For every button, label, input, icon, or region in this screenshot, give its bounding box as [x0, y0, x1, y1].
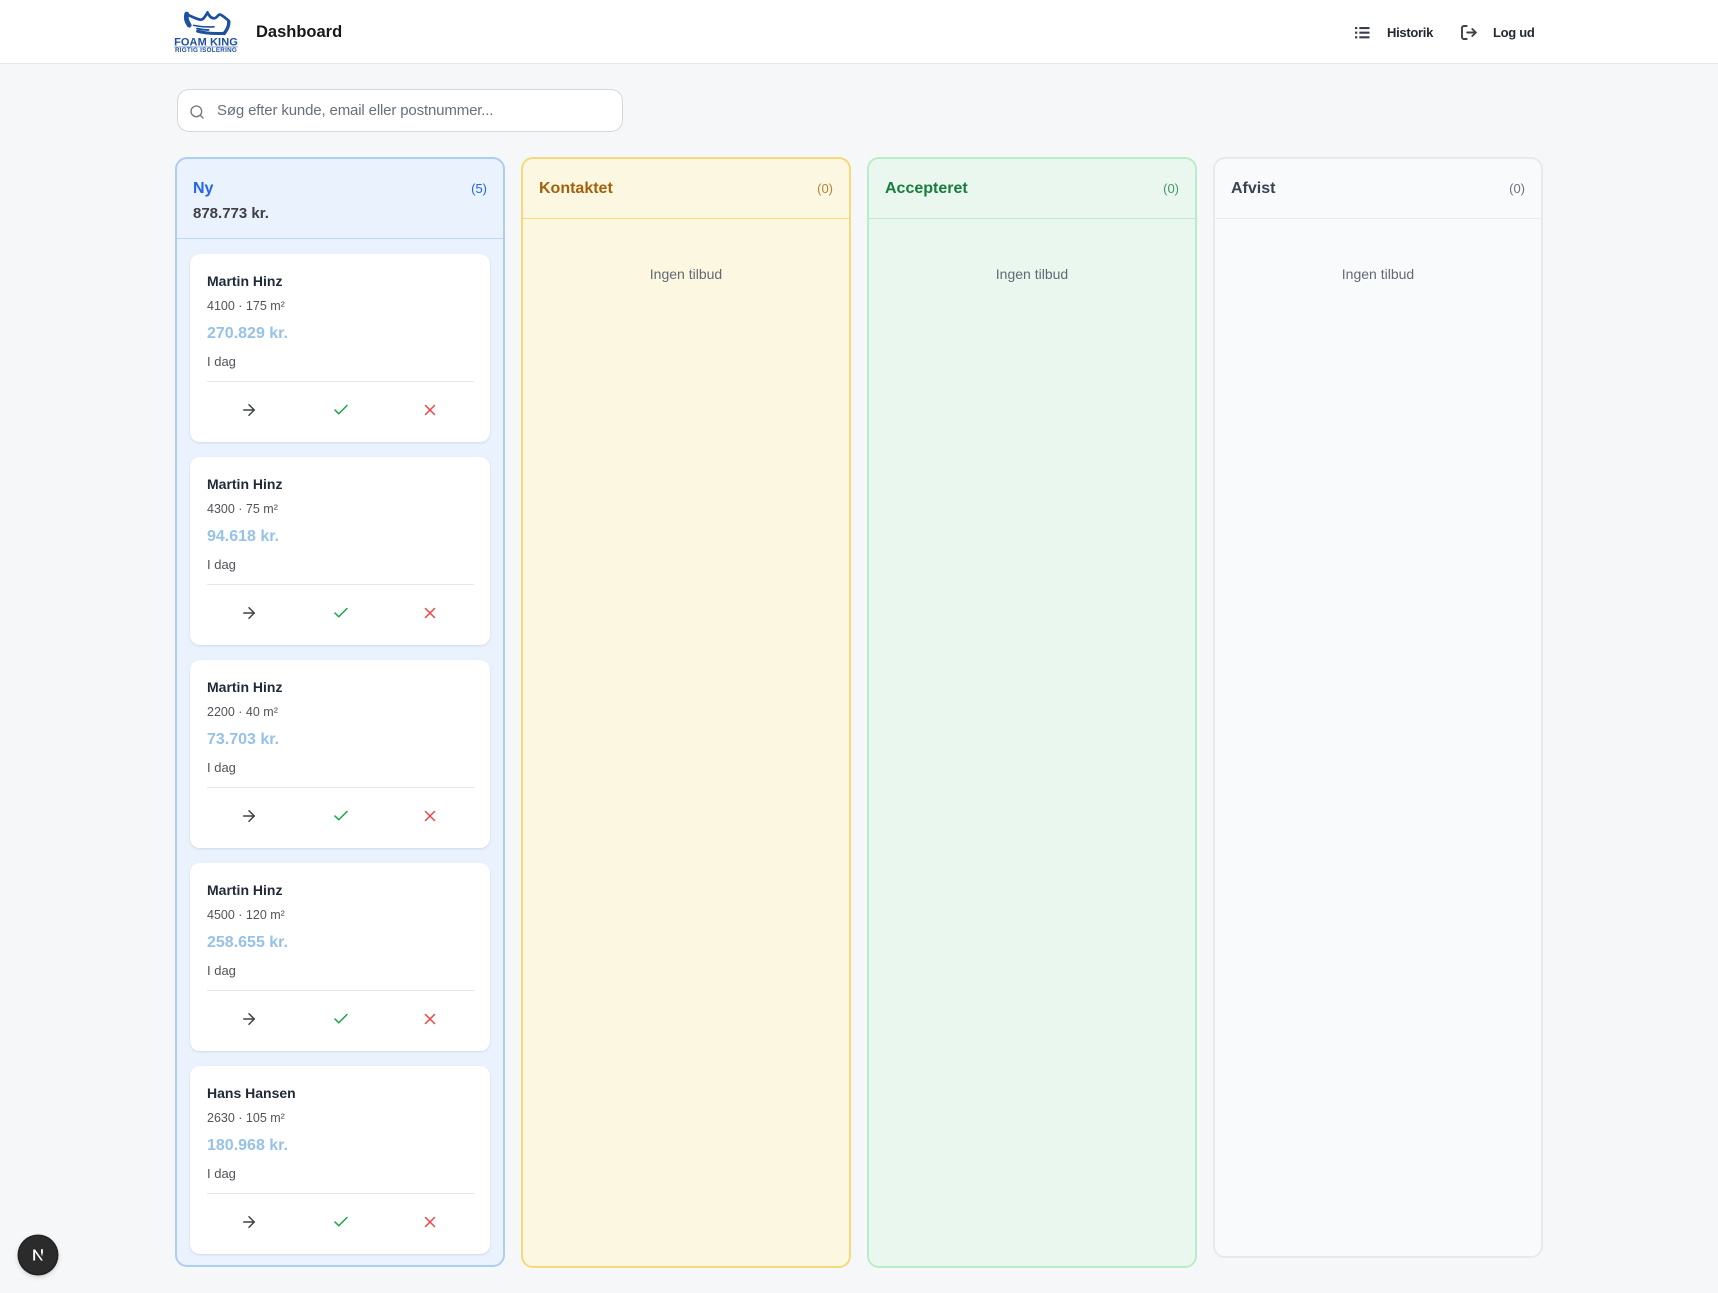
svg-text:RIGTIG ISOLERING: RIGTIG ISOLERING: [175, 47, 237, 53]
